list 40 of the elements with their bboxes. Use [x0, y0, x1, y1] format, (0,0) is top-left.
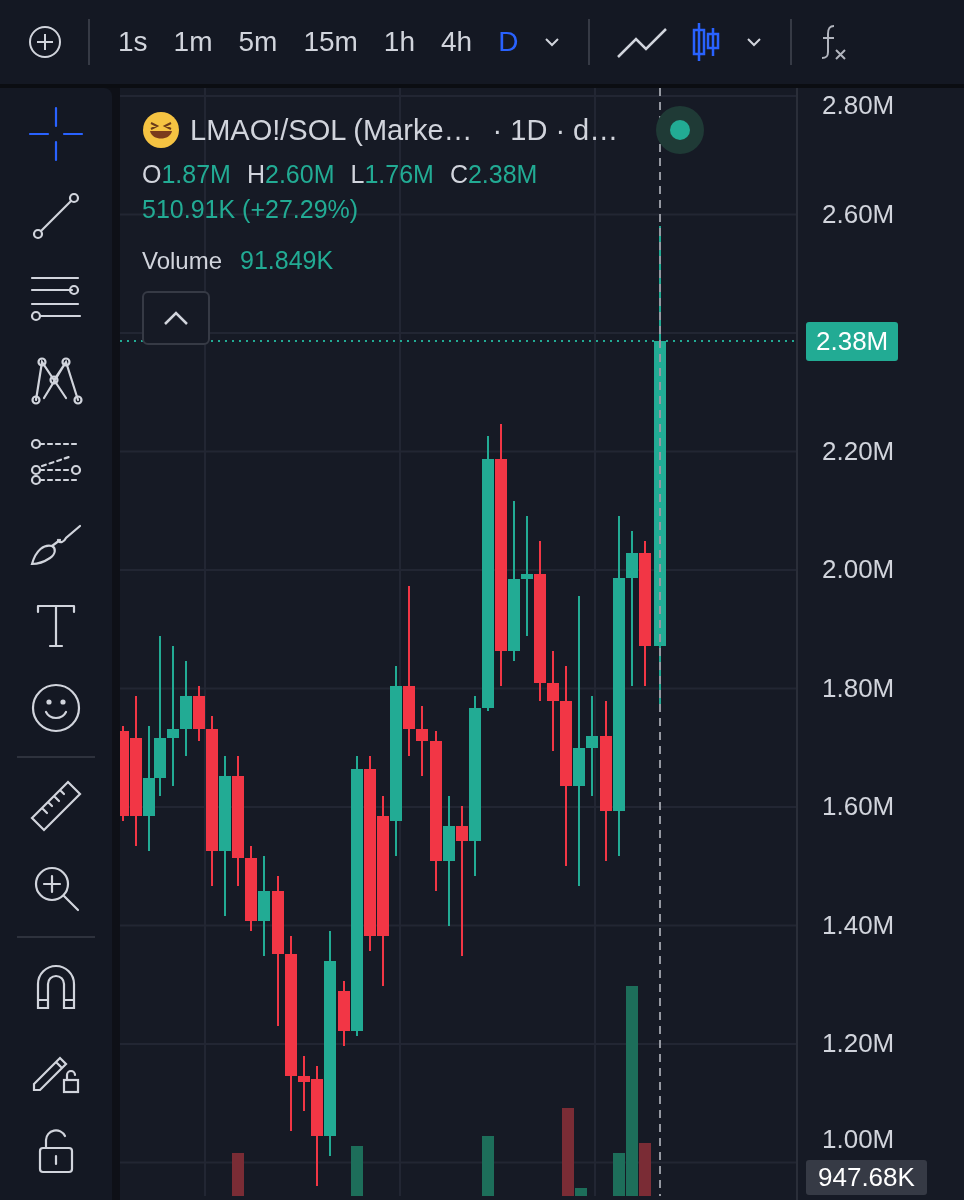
interval-tab[interactable]: 1m	[165, 26, 221, 58]
interval-tab[interactable]: D	[490, 26, 527, 58]
current-price-tag: 2.38M	[806, 322, 899, 361]
volume-bar	[351, 1146, 363, 1196]
volume-label: Volume	[142, 246, 223, 275]
line-chart-icon[interactable]	[616, 25, 669, 59]
collapse-button[interactable]	[142, 291, 210, 345]
price-axis-label: 1.60M	[822, 791, 895, 822]
symbol-title: LMAO!/SOL (Marke…	[190, 113, 473, 147]
interval-tab[interactable]: 4h	[433, 26, 481, 58]
price-axis-label: 1.00M	[822, 1124, 895, 1155]
volume-value: 91.849K	[240, 246, 334, 275]
chevron-down-icon[interactable]	[746, 37, 763, 47]
laughing-emoji-icon	[142, 111, 180, 149]
ohlc-value: L1.76M	[350, 160, 434, 189]
ohlc-value: O1.87M	[142, 160, 231, 189]
price-axis-label: 1.80M	[822, 672, 895, 704]
price-axis-label: 2.60M	[822, 198, 895, 230]
ohlc-value: H2.60M	[246, 160, 335, 189]
status-dot-button[interactable]	[656, 106, 705, 154]
price-change: 510.91K (+27.29%)	[142, 195, 360, 224]
price-axis-label: 2.80M	[822, 90, 895, 121]
chevron-down-icon[interactable]	[544, 37, 561, 47]
crosshair-icon[interactable]	[28, 106, 84, 162]
ohlc-value: C2.38M	[449, 160, 538, 189]
crosshair-price-tag: 947.68K	[806, 1160, 927, 1195]
chevron-up-icon	[163, 310, 189, 326]
interval-tab[interactable]: 5m	[230, 26, 286, 58]
price-axis-label: 2.20M	[822, 435, 895, 467]
price-axis-label: 1.40M	[822, 909, 895, 941]
interval-label: · 1D · d…	[492, 113, 619, 147]
volume-bar	[232, 1153, 244, 1196]
volume-bar	[482, 1136, 494, 1196]
price-axis-label: 2.00M	[822, 554, 895, 585]
price-axis-label: 1.20M	[822, 1028, 895, 1059]
interval-tab[interactable]: 15m	[295, 26, 366, 58]
interval-tab[interactable]: 1h	[375, 26, 423, 58]
add-circle-icon[interactable]	[28, 25, 62, 59]
ruler-icon[interactable]	[28, 778, 84, 834]
interval-tab[interactable]: 1s	[110, 26, 156, 58]
